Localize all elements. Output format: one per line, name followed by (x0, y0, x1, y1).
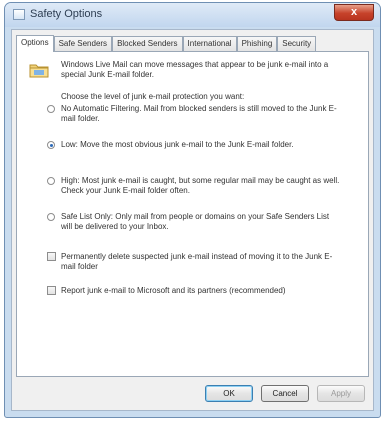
radio-low-selected[interactable] (47, 141, 55, 149)
tab-blocked-senders[interactable]: Blocked Senders (112, 36, 183, 51)
report-junk-checkbox[interactable] (47, 286, 56, 295)
report-junk-label: Report junk e-mail to Microsoft and its … (61, 286, 286, 295)
tab-phishing[interactable]: Phishing (236, 36, 278, 51)
radio-high[interactable] (47, 177, 55, 185)
permanently-delete-checkbox[interactable] (47, 252, 56, 261)
title-bar[interactable]: Safety Options x (5, 3, 380, 27)
cancel-button[interactable]: Cancel (261, 385, 309, 402)
tab-security[interactable]: Security (277, 36, 317, 51)
junk-folder-icon (29, 64, 49, 78)
ok-button[interactable]: OK (205, 385, 253, 402)
tab-strip: Options Safe Senders Blocked Senders Int… (16, 35, 369, 52)
options-panel: Windows Live Mail can move messages that… (16, 51, 369, 377)
safety-options-window: Safety Options x Options Safe Senders Bl… (4, 2, 381, 418)
tab-international[interactable]: International (182, 36, 237, 51)
dialog-client-area: Options Safe Senders Blocked Senders Int… (11, 29, 374, 411)
window-icon (13, 9, 25, 20)
tab-safe-senders[interactable]: Safe Senders (53, 36, 113, 51)
window-title: Safety Options (30, 8, 103, 20)
radio-no-filtering[interactable] (47, 105, 55, 113)
level-no-filtering[interactable]: No Automatic Filtering. Mail from blocke… (47, 104, 342, 124)
level-low-label: Low: Move the most obvious junk e-mail t… (61, 140, 294, 149)
junk-mail-intro-text: Windows Live Mail can move messages that… (61, 60, 329, 79)
report-junk-option[interactable]: Report junk e-mail to Microsoft and its … (47, 286, 342, 296)
level-low[interactable]: Low: Move the most obvious junk e-mail t… (47, 140, 342, 150)
permanently-delete-option[interactable]: Permanently delete suspected junk e-mail… (47, 252, 342, 272)
close-button[interactable]: x (334, 4, 374, 21)
level-high-label: High: Most junk e-mail is caught, but so… (61, 176, 340, 195)
tab-options[interactable]: Options (16, 35, 54, 52)
level-high[interactable]: High: Most junk e-mail is caught, but so… (47, 176, 342, 196)
level-safe-list-only-label: Safe List Only: Only mail from people or… (61, 212, 330, 231)
dialog-button-row: OK Cancel Apply (205, 385, 365, 402)
permanently-delete-label: Permanently delete suspected junk e-mail… (61, 252, 333, 271)
level-safe-list-only[interactable]: Safe List Only: Only mail from people or… (47, 212, 342, 232)
apply-button[interactable]: Apply (317, 385, 365, 402)
radio-safe-list-only[interactable] (47, 213, 55, 221)
choose-level-label: Choose the level of junk e-mail protecti… (61, 92, 245, 101)
level-no-filtering-label: No Automatic Filtering. Mail from blocke… (61, 104, 337, 123)
